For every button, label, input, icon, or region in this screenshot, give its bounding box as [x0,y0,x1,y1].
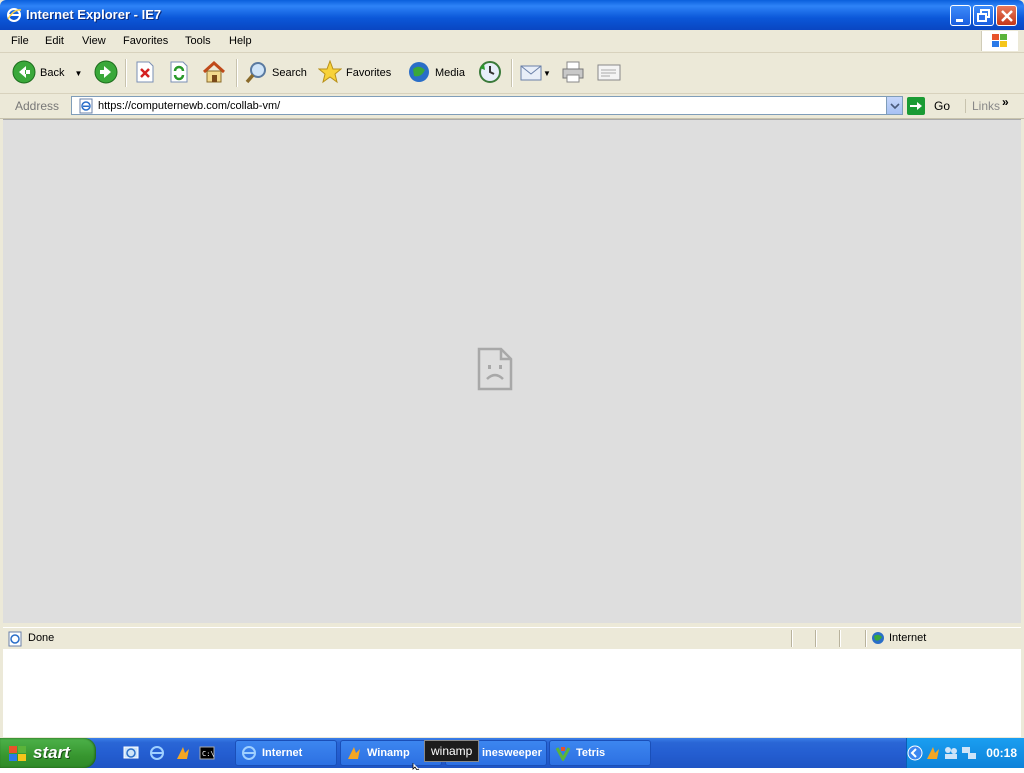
toolbar-separator [511,59,513,87]
refresh-icon [168,60,190,87]
address-label: Address [15,99,60,113]
address-dropdown-button[interactable] [886,97,902,114]
menu-favorites[interactable]: Favorites [123,35,168,47]
page-content-area [3,119,1021,623]
task-internet[interactable]: Internet [235,740,337,766]
favorites-button[interactable]: Favorites [317,59,392,87]
users-tray-icon[interactable] [943,745,959,764]
ie-quicklaunch-icon[interactable] [149,745,165,764]
toolbar-separator [236,59,238,87]
tetris-icon [555,745,571,764]
printer-icon [561,60,585,87]
system-tray: 00:18 [906,738,1024,768]
status-divider [791,630,793,647]
command-prompt-icon[interactable]: C:\ [199,745,215,764]
home-button[interactable] [201,59,227,87]
clock[interactable]: 00:18 [986,746,1017,760]
globe-icon [871,631,885,648]
broken-page-icon [475,347,515,394]
page-icon [78,98,94,117]
media-icon [407,60,431,87]
links-label[interactable]: Links [965,99,1000,113]
favorites-label: Favorites [346,67,392,79]
address-url: https://computernewb.com/collab-vm/ [98,100,281,112]
winamp-tray-icon[interactable] [925,745,941,764]
tooltip: winamp [424,740,480,762]
ie-icon [6,7,22,23]
windows-logo-icon [981,31,1018,51]
status-divider [839,630,841,647]
menu-tools[interactable]: Tools [185,35,211,47]
mail-button[interactable]: ▼ [519,59,551,87]
print-button[interactable] [561,59,585,87]
ie-window: Internet Explorer - IE7 File Edit View F… [0,0,1024,738]
mail-dropdown-icon[interactable]: ▼ [543,69,551,78]
start-label: start [33,743,70,762]
search-icon [244,60,268,87]
blank-area [3,649,1021,737]
stop-button[interactable] [134,59,156,87]
tray-expand-chevron-icon[interactable] [907,745,923,764]
menu-help[interactable]: Help [229,35,252,47]
standard-toolbar: Back ▼ Search Favorites Media ▼ [0,53,1024,94]
winamp-icon [346,745,362,764]
mail-icon [519,60,543,87]
network-tray-icon[interactable] [961,745,977,764]
menu-edit[interactable]: Edit [45,35,64,47]
media-label: Media [435,67,465,79]
chevron-down-icon [890,103,900,110]
show-desktop-icon[interactable] [123,745,139,764]
toolbar-separator [125,59,127,87]
edit-page-icon [596,60,622,87]
minimize-button[interactable] [950,5,971,26]
back-arrow-icon [12,60,36,87]
start-button[interactable]: start [0,738,96,768]
media-button[interactable]: Media [407,59,465,87]
status-bar: Done Internet [3,627,1021,649]
taskbar: start C:\ Internet Winamp inesweeper Tet… [0,738,1024,768]
history-icon [478,60,502,87]
task-label: Winamp [367,747,410,759]
address-bar: Address https://computernewb.com/collab-… [0,94,1024,119]
refresh-button[interactable] [168,59,190,87]
task-tetris[interactable]: Tetris [549,740,651,766]
task-label: Internet [262,747,303,759]
menu-file[interactable]: File [11,35,29,47]
home-icon [201,60,227,87]
star-icon [317,59,343,87]
status-divider [865,630,867,647]
back-label: Back [40,67,65,79]
forward-button[interactable] [94,59,118,87]
task-label: inesweeper [482,747,542,759]
menu-view[interactable]: View [82,35,106,47]
status-text: Done [28,632,55,644]
links-chevron-icon[interactable]: » [1002,95,1009,109]
security-zone: Internet [889,632,927,644]
restore-button[interactable] [973,5,994,26]
forward-arrow-icon [94,60,118,87]
stop-icon [134,60,156,87]
page-status-icon [7,631,23,650]
winamp-quicklaunch-icon[interactable] [175,745,191,764]
go-button[interactable]: Go [934,99,950,113]
status-divider [815,630,817,647]
close-button[interactable] [996,5,1017,26]
mouse-cursor-icon [412,761,420,773]
address-input[interactable]: https://computernewb.com/collab-vm/ [71,96,903,115]
history-button[interactable] [478,59,502,87]
back-button[interactable]: Back ▼ [12,59,82,87]
edit-button[interactable] [596,59,622,87]
go-arrow-icon[interactable] [907,97,925,115]
back-dropdown-icon[interactable]: ▼ [74,69,82,78]
ie-icon [241,745,257,764]
search-button[interactable]: Search [244,59,307,87]
windows-flag-icon [8,745,28,766]
task-label: Tetris [576,747,606,759]
search-label: Search [272,67,307,79]
menu-bar: File Edit View Favorites Tools Help [0,30,1024,53]
window-title: Internet Explorer - IE7 [26,7,162,22]
title-bar[interactable]: Internet Explorer - IE7 [0,0,1024,30]
svg-text:C:\: C:\ [202,750,215,758]
